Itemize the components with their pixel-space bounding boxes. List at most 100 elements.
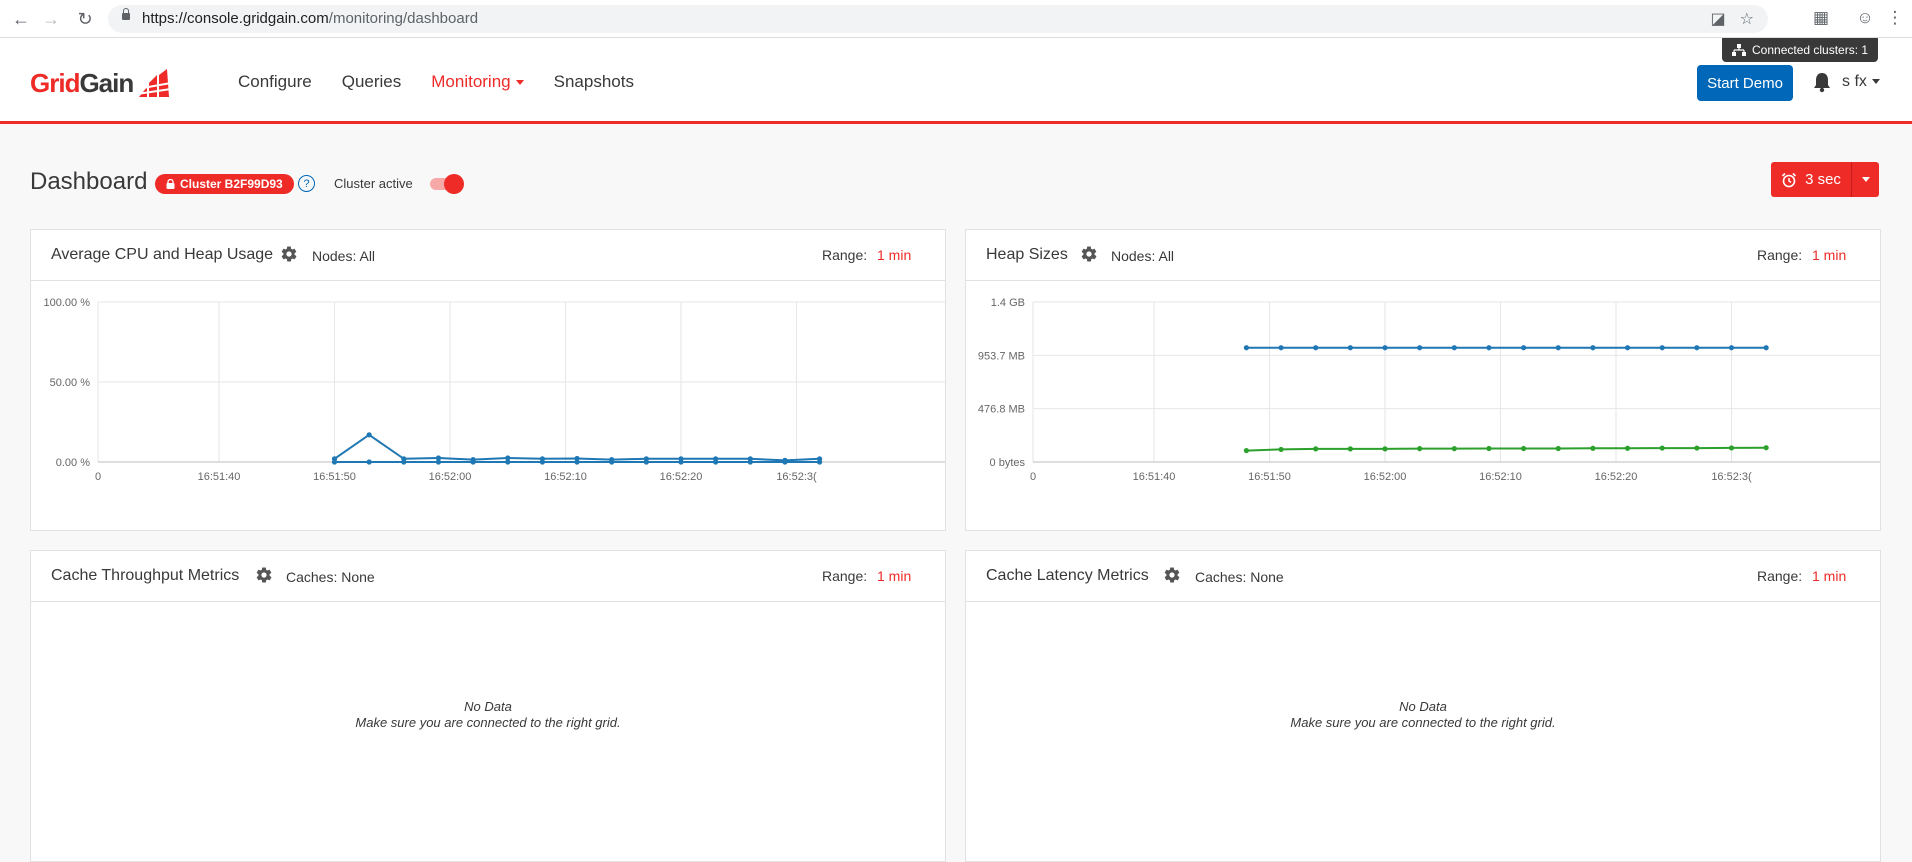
- data-point: [1555, 445, 1561, 452]
- panel-title: Average CPU and Heap Usage: [51, 246, 274, 263]
- cache-throughput-panel: Cache Throughput Metrics Caches: None Ra…: [30, 550, 946, 862]
- cluster-badge[interactable]: Cluster B2F99D93: [155, 174, 294, 194]
- data-point: [331, 459, 338, 465]
- cluster-active-toggle[interactable]: [428, 174, 464, 194]
- gear-icon[interactable]: [280, 245, 298, 263]
- x-tick-label: 16:51:50: [1248, 471, 1291, 483]
- data-point: [1347, 446, 1353, 452]
- help-icon[interactable]: ?: [298, 175, 315, 192]
- data-point: [574, 459, 580, 465]
- series-line-1: [1246, 446, 1767, 452]
- translate-icon[interactable]: ◪: [1711, 9, 1726, 29]
- y-tick-label: 50.00 %: [50, 377, 91, 389]
- chevron-down-icon: [1861, 177, 1870, 182]
- data-point: [1278, 446, 1284, 453]
- data-point: [1659, 445, 1665, 451]
- data-point: [1521, 445, 1527, 452]
- data-point: [435, 459, 442, 465]
- nav-queries[interactable]: Queries: [342, 72, 402, 92]
- y-tick-label: 100.00 %: [44, 297, 91, 309]
- data-point: [1590, 345, 1596, 351]
- connected-clusters-badge[interactable]: Connected clusters: 1: [1722, 38, 1879, 62]
- data-point: [1347, 345, 1353, 351]
- data-point: [1694, 445, 1700, 451]
- gear-icon[interactable]: [255, 566, 273, 584]
- y-tick-label: 0 bytes: [990, 457, 1026, 469]
- reload-icon[interactable]: ↻: [74, 8, 96, 30]
- extension-icon[interactable]: ▦: [1810, 7, 1832, 29]
- gear-icon[interactable]: [1080, 245, 1098, 263]
- data-point: [366, 459, 372, 465]
- data-point: [747, 459, 753, 465]
- panel-title: Heap Sizes: [986, 246, 1068, 263]
- cpu-heap-chart: 100.00 % 50.00 % 0.00 % 0 16:51:40 16:51:50 16…: [44, 297, 945, 483]
- data-point: [1313, 446, 1319, 452]
- browser-menu-icon[interactable]: ⋮: [1884, 7, 1906, 29]
- refresh-rate-main[interactable]: 3 sec: [1771, 162, 1852, 197]
- no-data-message: No Data Make sure you are connected to t…: [355, 699, 621, 730]
- chevron-down-icon: [1871, 79, 1880, 85]
- alarm-clock-icon: [1781, 172, 1797, 187]
- logo-mark-icon: [137, 68, 172, 97]
- cluster-active-label: Cluster active: [334, 176, 413, 191]
- range-label: Range:: [822, 568, 868, 584]
- data-point: [1659, 345, 1665, 351]
- y-tick-label: 1.4 GB: [991, 297, 1025, 309]
- chevron-down-icon: [515, 80, 524, 86]
- y-tick-label: 476.8 MB: [978, 404, 1025, 416]
- range-value[interactable]: 1 min: [877, 247, 911, 263]
- cluster-tree-icon: [1732, 44, 1746, 56]
- data-point: [1417, 345, 1423, 351]
- data-point: [401, 459, 407, 465]
- gear-icon[interactable]: [1163, 566, 1181, 584]
- nodes-filter[interactable]: Nodes: All: [1111, 248, 1174, 264]
- panel-title: Cache Latency Metrics: [986, 567, 1149, 584]
- browser-toolbar: ← → ↻ https://console.gridgain.com/monit…: [0, 0, 1912, 38]
- data-point: [1451, 446, 1457, 452]
- caches-filter[interactable]: Caches: None: [1195, 569, 1284, 585]
- nodes-filter[interactable]: Nodes: All: [312, 248, 375, 264]
- data-point: [1728, 445, 1735, 451]
- gridgain-logo[interactable]: GridGain: [30, 68, 172, 99]
- data-point: [470, 459, 476, 465]
- lock-icon: [122, 8, 130, 20]
- data-point: [713, 459, 719, 465]
- range-label: Range:: [822, 247, 868, 263]
- range-value[interactable]: 1 min: [877, 568, 911, 584]
- range-value[interactable]: 1 min: [1812, 247, 1846, 263]
- data-point: [1486, 345, 1492, 351]
- data-point: [1243, 345, 1249, 351]
- back-arrow-icon[interactable]: ←: [10, 8, 32, 30]
- data-point: [817, 459, 823, 465]
- data-point: [1763, 345, 1769, 351]
- nav-snapshots[interactable]: Snapshots: [554, 72, 634, 92]
- nav-configure[interactable]: Configure: [238, 72, 312, 92]
- bookmark-star-icon[interactable]: ☆: [1740, 9, 1754, 29]
- cpu-heap-panel: Average CPU and Heap Usage Nodes: All Ra…: [30, 229, 946, 531]
- x-tick-label: 16:52:10: [544, 471, 587, 483]
- start-demo-button[interactable]: Start Demo: [1697, 65, 1793, 101]
- data-point: [1486, 445, 1492, 452]
- refresh-rate-button[interactable]: 3 sec: [1771, 162, 1879, 197]
- x-tick-label: 16:51:40: [1133, 471, 1176, 483]
- forward-arrow-icon[interactable]: →: [40, 8, 62, 30]
- address-bar[interactable]: https://console.gridgain.com/monitoring/…: [108, 5, 1768, 33]
- no-data-message: No Data Make sure you are connected to t…: [1290, 699, 1556, 730]
- range-value[interactable]: 1 min: [1812, 568, 1846, 584]
- data-point: [782, 459, 788, 465]
- nav-monitoring[interactable]: Monitoring: [431, 72, 524, 92]
- bell-icon[interactable]: [1812, 71, 1832, 93]
- data-point: [539, 459, 545, 465]
- refresh-rate-dropdown[interactable]: [1852, 162, 1879, 197]
- url-text: https://console.gridgain.com/monitoring/…: [142, 10, 479, 27]
- data-point: [1763, 445, 1769, 451]
- caches-filter[interactable]: Caches: None: [286, 569, 375, 585]
- data-point: [505, 459, 511, 465]
- profile-icon[interactable]: ☺: [1854, 7, 1876, 29]
- x-tick-label: 16:52:3(: [776, 471, 817, 483]
- user-menu[interactable]: s fx: [1842, 73, 1880, 91]
- panel-title: Cache Throughput Metrics: [51, 567, 240, 584]
- x-tick-label: 0: [1030, 471, 1036, 483]
- x-tick-label: 16:51:50: [313, 471, 356, 483]
- data-point: [1624, 445, 1631, 451]
